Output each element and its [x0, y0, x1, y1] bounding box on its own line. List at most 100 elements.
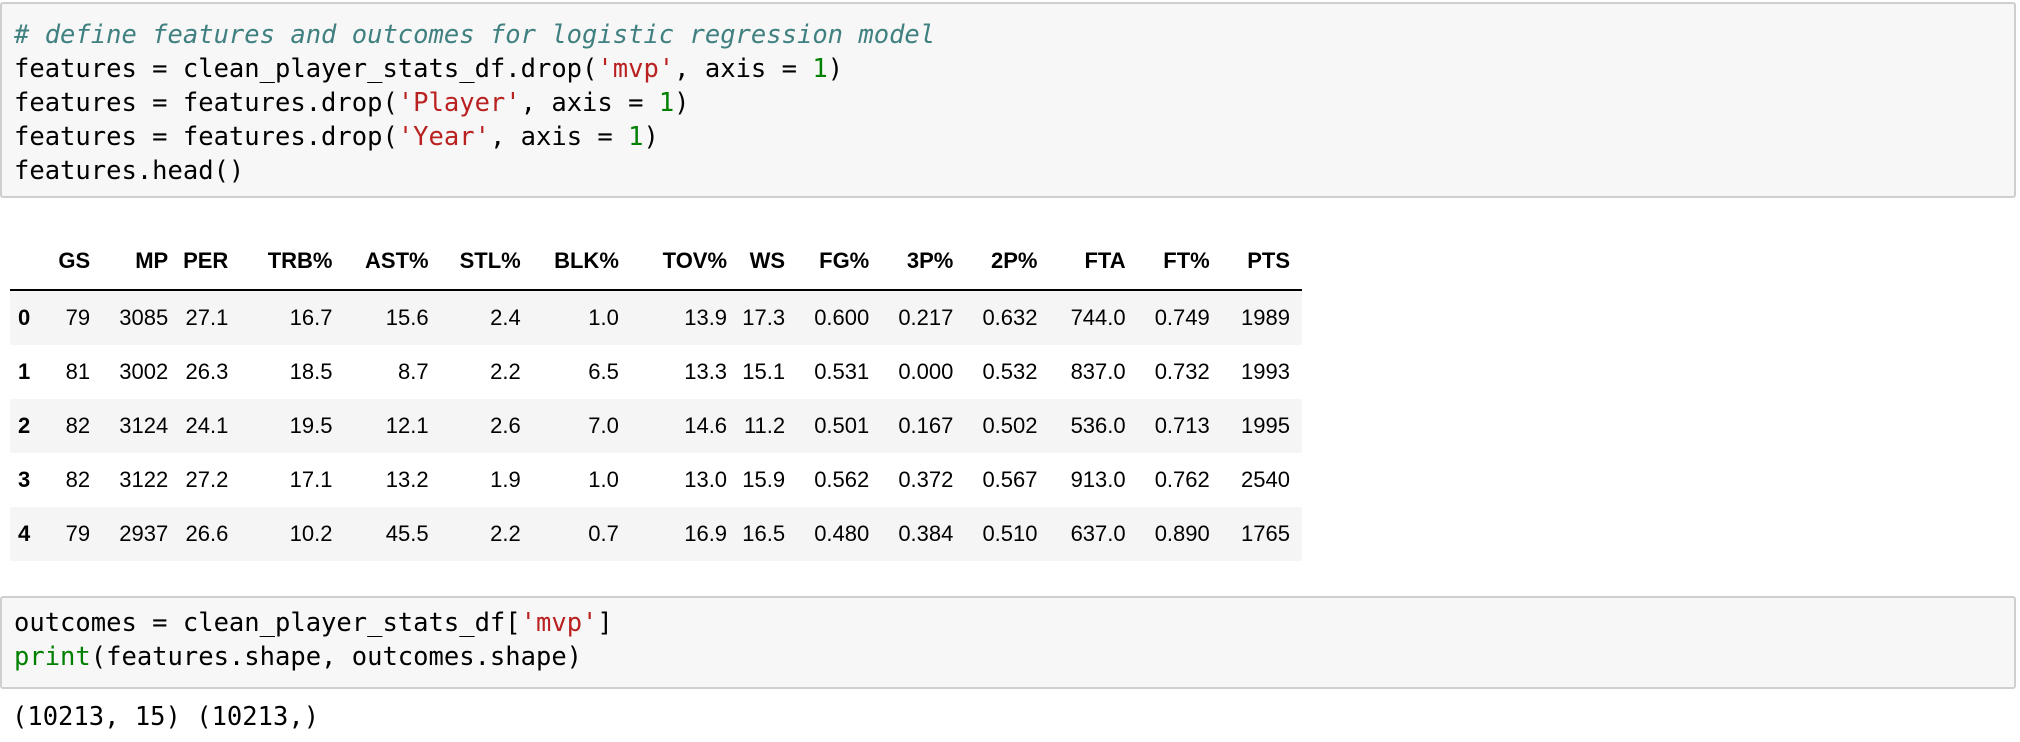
- table-cell: 1.0: [588, 305, 619, 330]
- cell-output-text: (10213, 15) (10213,): [12, 702, 320, 732]
- table-cell: 10.2: [289, 521, 333, 546]
- code-line-drop-year: features = features.drop('Year', axis = …: [14, 120, 659, 154]
- table-cell: 1989: [1241, 305, 1290, 330]
- column-header: FTA: [1049, 233, 1138, 291]
- table-cell: 45.5: [385, 521, 429, 546]
- table-cell: 15.9: [742, 467, 786, 492]
- table-cell: 13.2: [385, 467, 429, 492]
- code-line-comment: # define features and outcomes for logis…: [14, 18, 935, 52]
- table-cell: 0.384: [898, 521, 954, 546]
- table-cell: 81: [65, 359, 91, 384]
- table-cell: 26.3: [185, 359, 229, 384]
- code-text: ): [674, 88, 690, 118]
- column-header: GS: [52, 233, 103, 291]
- column-header: MP: [102, 233, 181, 291]
- table-cell: 0.167: [898, 413, 954, 438]
- column-header: FG%: [797, 233, 882, 291]
- table-cell: 1995: [1241, 413, 1290, 438]
- dataframe-output: GS MP PER TRB% AST% STL% BLK% TOV% WS FG…: [10, 233, 1302, 561]
- table-cell: 27.1: [185, 305, 229, 330]
- table-cell: 24.1: [185, 413, 229, 438]
- table-cell: 0.532: [982, 359, 1038, 384]
- table-cell: 3122: [119, 467, 169, 492]
- code-text: , axis =: [520, 88, 659, 118]
- table-cell: 0.510: [982, 521, 1038, 546]
- table-row: 2 82 3124 24.1 19.5 12.1 2.6 7.0 14.6 11…: [10, 399, 1302, 453]
- code-text: features.head(): [14, 156, 245, 186]
- row-index: 2: [18, 413, 31, 438]
- code-string: 'mvp': [597, 54, 675, 84]
- table-cell: 0.531: [814, 359, 870, 384]
- table-cell: 79: [65, 521, 91, 546]
- column-header: 3P%: [881, 233, 966, 291]
- table-row: 3 82 3122 27.2 17.1 13.2 1.9 1.0 13.0 15…: [10, 453, 1302, 507]
- code-string: 'mvp': [520, 608, 598, 638]
- code-text: ): [827, 54, 844, 84]
- table-cell: 7.0: [588, 413, 619, 438]
- table-cell: 3085: [119, 305, 169, 330]
- column-header: STL%: [440, 233, 533, 291]
- table-cell: 2.2: [490, 359, 521, 384]
- table-header-row: GS MP PER TRB% AST% STL% BLK% TOV% WS FG…: [10, 233, 1302, 291]
- table-cell: 79: [65, 305, 91, 330]
- table-cell: 0.501: [814, 413, 870, 438]
- table-cell: 2540: [1241, 467, 1290, 492]
- column-header: PER: [180, 233, 241, 291]
- table-cell: 26.6: [185, 521, 229, 546]
- row-index: 0: [18, 305, 31, 330]
- table-cell: 913.0: [1070, 467, 1126, 492]
- code-line-head: features.head(): [14, 154, 244, 188]
- table-cell: 0.480: [814, 521, 870, 546]
- code-builtin: print: [14, 642, 91, 672]
- table-cell: 0.000: [898, 359, 954, 384]
- table-cell: 16.5: [742, 521, 786, 546]
- code-text: features = clean_player_stats_df.drop(: [14, 54, 598, 84]
- code-line-drop-player: features = features.drop('Player', axis …: [14, 86, 690, 120]
- table-row: 1 81 3002 26.3 18.5 8.7 2.2 6.5 13.3 15.…: [10, 345, 1302, 399]
- column-header: [10, 233, 53, 291]
- table-cell: 0.762: [1154, 467, 1210, 492]
- table-cell: 15.6: [385, 305, 429, 330]
- table-cell: 0.713: [1154, 413, 1210, 438]
- table-cell: 6.5: [588, 359, 619, 384]
- code-number: 1: [658, 88, 675, 118]
- table-cell: 13.3: [684, 359, 728, 384]
- table-cell: 15.1: [742, 359, 786, 384]
- code-text: , axis =: [674, 54, 813, 84]
- code-text: , axis =: [489, 122, 629, 152]
- column-header: AST%: [344, 233, 441, 291]
- column-header: WS: [739, 233, 798, 291]
- code-cell-features[interactable]: # define features and outcomes for logis…: [0, 2, 2016, 198]
- code-line-outcomes: outcomes = clean_player_stats_df['mvp']: [14, 606, 613, 640]
- table-cell: 19.5: [289, 413, 333, 438]
- table-cell: 536.0: [1070, 413, 1126, 438]
- table-cell: 0.372: [898, 467, 954, 492]
- code-text: ): [643, 122, 659, 152]
- table-cell: 17.3: [742, 305, 786, 330]
- table-cell: 3002: [119, 359, 169, 384]
- code-cell-outcomes[interactable]: outcomes = clean_player_stats_df['mvp'] …: [0, 596, 2016, 689]
- code-number: 1: [812, 54, 828, 84]
- code-number: 1: [628, 122, 644, 152]
- code-text: outcomes = clean_player_stats_df[: [14, 608, 521, 638]
- table-cell: 0.600: [814, 305, 870, 330]
- table-cell: 13.0: [684, 467, 728, 492]
- table-cell: 17.1: [289, 467, 333, 492]
- table-cell: 1765: [1241, 521, 1290, 546]
- table-cell: 1.0: [588, 467, 619, 492]
- table-cell: 0.502: [982, 413, 1038, 438]
- column-header: BLK%: [532, 233, 631, 291]
- code-string: 'Year': [397, 122, 490, 152]
- table-cell: 82: [65, 413, 91, 438]
- code-line-print: print(features.shape, outcomes.shape): [14, 640, 582, 674]
- table-cell: 11.2: [743, 413, 786, 438]
- table-cell: 637.0: [1070, 521, 1126, 546]
- table-cell: 0.890: [1154, 521, 1210, 546]
- table-cell: 3124: [119, 413, 169, 438]
- table-cell: 1.9: [490, 467, 521, 492]
- table-cell: 0.562: [814, 467, 870, 492]
- row-index: 4: [18, 521, 31, 546]
- table-cell: 16.7: [289, 305, 333, 330]
- table-row: 0 79 3085 27.1 16.7 15.6 2.4 1.0 13.9 17…: [10, 290, 1302, 345]
- table-cell: 12.1: [385, 413, 429, 438]
